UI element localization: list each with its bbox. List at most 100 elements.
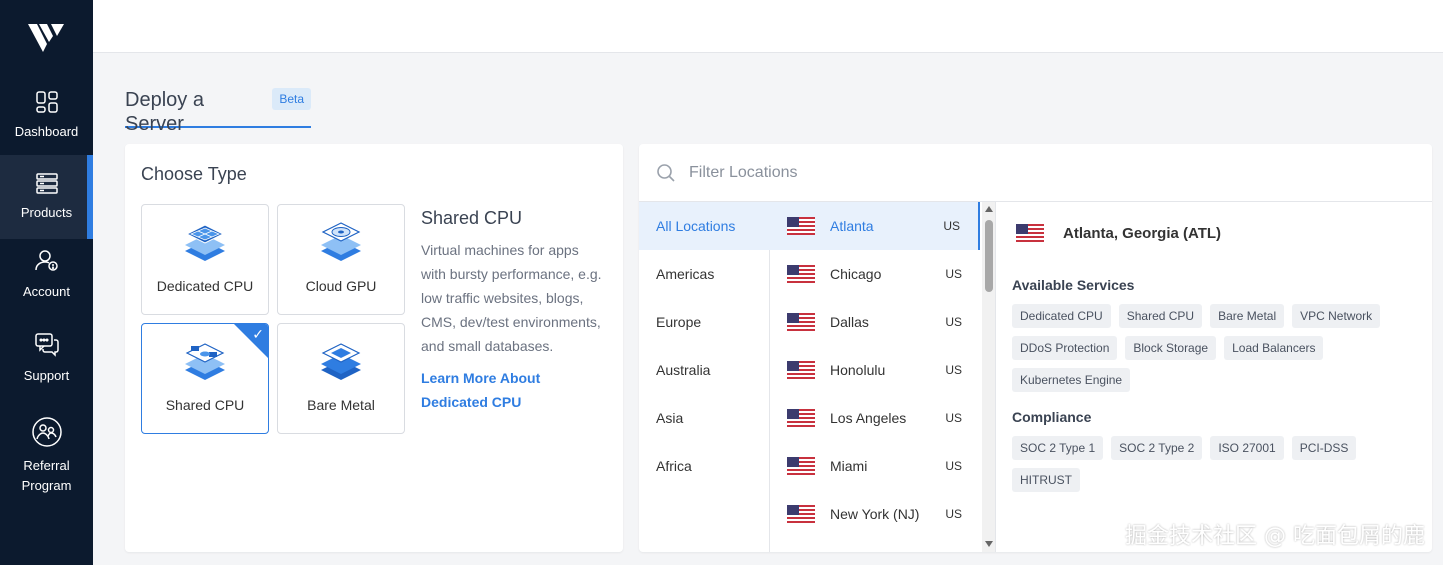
city-row[interactable]: Chicago US [770, 250, 980, 298]
type-cloud-gpu-label: Cloud GPU [305, 278, 377, 294]
type-shared-cpu[interactable]: ✓ Shared CPU [141, 323, 269, 434]
locations-card: All Locations Americas Europe Australia … [639, 144, 1432, 552]
nav-products[interactable]: Products [0, 155, 93, 239]
city-row[interactable]: Los Angeles US [770, 394, 980, 442]
service-chip: Bare Metal [1210, 304, 1285, 328]
type-dedicated-cpu-label: Dedicated CPU [156, 278, 254, 294]
region-list: All Locations Americas Europe Australia … [639, 202, 770, 552]
type-bare-metal[interactable]: Bare Metal [277, 323, 405, 434]
type-description: Virtual machines for apps with bursty pe… [421, 242, 602, 354]
products-icon [35, 173, 58, 194]
sidebar: Dashboard Products Account Support Refer… [0, 0, 93, 565]
type-description-title: Shared CPU [421, 208, 523, 228]
country-code: US [945, 459, 962, 473]
service-chip: DDoS Protection [1012, 336, 1118, 360]
region-australia[interactable]: Australia [639, 346, 770, 394]
nav-support-label: Support [23, 368, 70, 383]
us-flag-icon [787, 505, 815, 523]
nav-products-label: Products [20, 205, 73, 220]
choose-type-card: Choose Type Dedicated CPU Cloud GPU ✓ Sh… [125, 144, 623, 552]
city-row[interactable]: Miami US [770, 442, 980, 490]
scroll-up-arrow-icon[interactable] [985, 206, 993, 212]
compliance-chip: ISO 27001 [1210, 436, 1284, 460]
city-row[interactable]: Atlanta US [770, 202, 980, 250]
us-flag-icon [787, 313, 815, 331]
region-all-locations[interactable]: All Locations [639, 202, 770, 250]
type-cloud-gpu[interactable]: Cloud GPU [277, 204, 405, 315]
city-name: Chicago [830, 266, 882, 282]
watermark: 掘金技术社区 @ 吃面包屑的鹿 [1125, 524, 1425, 549]
us-flag-icon [787, 361, 815, 379]
nav-account[interactable]: Account [0, 248, 93, 308]
country-code: US [945, 315, 962, 329]
region-asia[interactable]: Asia [639, 394, 770, 442]
location-detail-header: Atlanta, Georgia (ATL) [1016, 224, 1221, 242]
search-icon [657, 164, 675, 182]
country-code: US [945, 363, 962, 377]
region-africa[interactable]: Africa [639, 442, 770, 490]
cloud-gpu-icon [321, 222, 361, 261]
us-flag-icon [1016, 224, 1044, 242]
city-name: Miami [830, 458, 868, 474]
dedicated-cpu-icon [185, 224, 225, 261]
service-chip: Shared CPU [1118, 304, 1203, 328]
city-name: Los Angeles [830, 410, 907, 426]
us-flag-icon [787, 457, 815, 475]
support-icon [34, 333, 59, 357]
country-code: US [943, 219, 960, 233]
beta-badge: Beta [272, 88, 311, 110]
vultr-logo[interactable] [28, 22, 66, 54]
city-row[interactable]: Dallas US [770, 298, 980, 346]
compliance-chip: PCI-DSS [1291, 436, 1357, 460]
compliance-heading: Compliance [1012, 409, 1092, 425]
page-title: Deploy a Server [125, 89, 204, 135]
account-icon [34, 250, 58, 271]
location-full-name: Atlanta, Georgia (ATL) [1063, 224, 1222, 242]
scroll-down-arrow-icon[interactable] [985, 541, 993, 547]
services-chip-list: Dedicated CPU Shared CPU Bare Metal VPC … [1012, 304, 1422, 392]
us-flag-icon [787, 217, 815, 235]
compliance-chip-list: SOC 2 Type 1 SOC 2 Type 2 ISO 27001 PCI-… [1012, 436, 1422, 492]
nav-referral-program[interactable]: Referral Program [0, 416, 93, 496]
service-chip: Load Balancers [1224, 336, 1324, 360]
service-chip: Kubernetes Engine [1012, 368, 1131, 392]
city-list: Atlanta US Chicago US Dallas US Honolulu… [770, 202, 982, 552]
bare-metal-icon [321, 343, 361, 380]
region-europe[interactable]: Europe [639, 298, 770, 346]
type-shared-cpu-label: Shared CPU [165, 397, 245, 413]
city-name: Honolulu [830, 362, 886, 378]
compliance-chip: HITRUST [1012, 468, 1080, 492]
compliance-chip: SOC 2 Type 1 [1012, 436, 1104, 460]
nav-account-label: Account [23, 284, 70, 299]
shared-cpu-icon [185, 343, 225, 380]
service-chip: Block Storage [1125, 336, 1217, 360]
region-americas[interactable]: Americas [639, 250, 770, 298]
city-list-scrollbar[interactable] [982, 202, 996, 552]
top-bar [93, 0, 1443, 53]
nav-referral-label: Referral Program [21, 458, 72, 493]
city-row[interactable]: New York (NJ) US [770, 490, 980, 538]
country-code: US [945, 411, 962, 425]
country-code: US [945, 507, 962, 521]
nav-dashboard-label: Dashboard [14, 124, 79, 139]
city-name: Atlanta [830, 218, 874, 234]
nav-dashboard[interactable]: Dashboard [0, 90, 93, 150]
city-name: New York (NJ) [830, 506, 920, 522]
referral-icon [31, 417, 62, 447]
filter-row [639, 144, 1432, 202]
learn-more-link[interactable]: Learn More About Dedicated CPU [421, 366, 611, 414]
type-dedicated-cpu[interactable]: Dedicated CPU [141, 204, 269, 315]
us-flag-icon [787, 265, 815, 283]
scroll-thumb[interactable] [985, 220, 993, 292]
checkmark-icon: ✓ [252, 326, 264, 342]
service-chip: Dedicated CPU [1012, 304, 1111, 328]
filter-locations-input[interactable] [689, 158, 1289, 188]
city-row[interactable]: Honolulu US [770, 346, 980, 394]
nav-support[interactable]: Support [0, 332, 93, 392]
type-bare-metal-label: Bare Metal [307, 397, 375, 413]
location-detail: Atlanta, Georgia (ATL) Available Service… [996, 202, 1432, 552]
city-name: Dallas [830, 314, 869, 330]
dashboard-icon [35, 91, 58, 113]
compliance-chip: SOC 2 Type 2 [1111, 436, 1203, 460]
service-chip: VPC Network [1292, 304, 1381, 328]
